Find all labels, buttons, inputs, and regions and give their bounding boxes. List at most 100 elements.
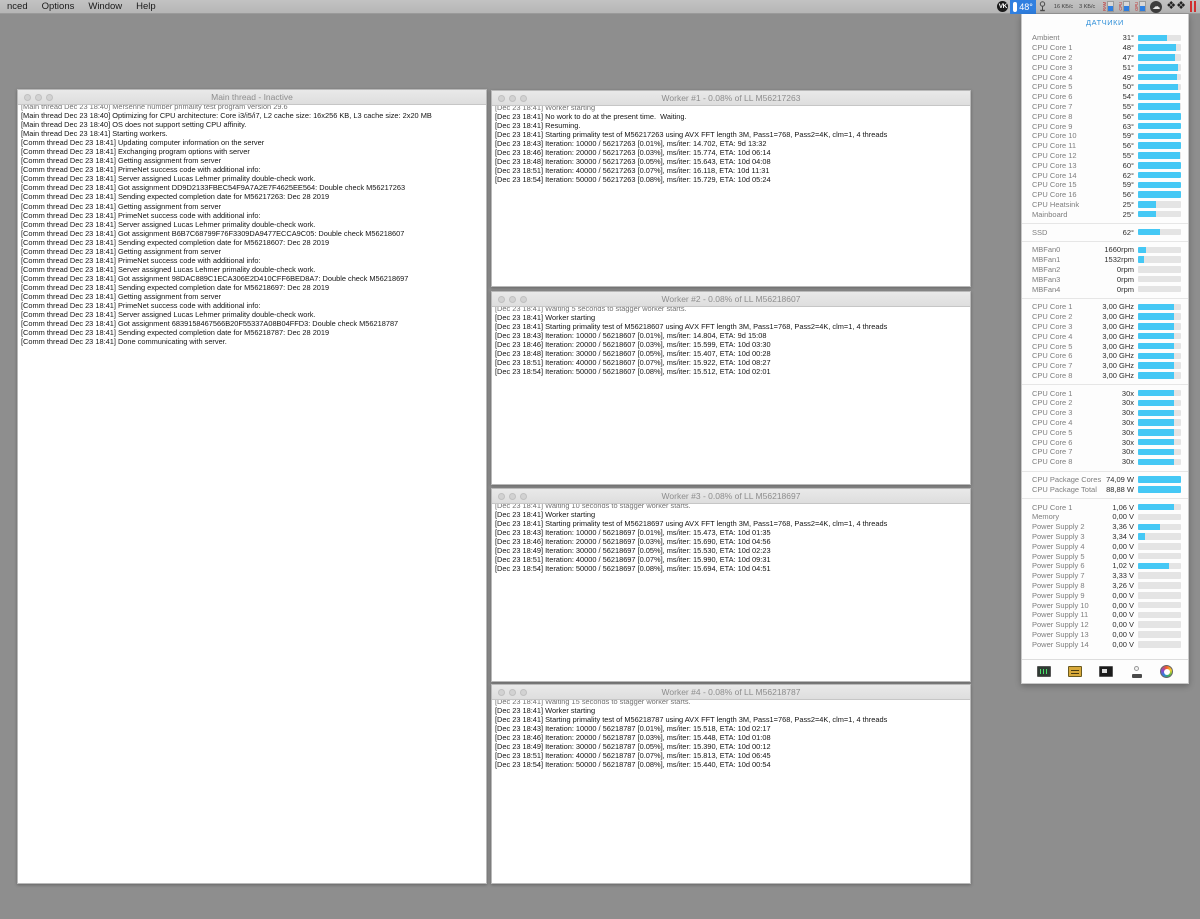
sensor-row[interactable]: Power Supply 7 3,33 V xyxy=(1022,571,1188,581)
close-button[interactable] xyxy=(498,295,505,303)
sensor-row[interactable]: CPU Core 8 30x xyxy=(1022,457,1188,467)
sensor-row[interactable]: CPU Core 1 1,06 V xyxy=(1022,502,1188,512)
zoom-button[interactable] xyxy=(520,688,527,696)
sensor-row[interactable]: CPU Core 6 54° xyxy=(1022,92,1188,102)
zoom-button[interactable] xyxy=(520,94,527,102)
sensor-row[interactable]: Power Supply 13 0,00 V xyxy=(1022,630,1188,640)
pause-tray-icon[interactable] xyxy=(1188,0,1198,14)
sensor-row[interactable]: CPU Core 3 3,00 GHz xyxy=(1022,322,1188,332)
sensor-row[interactable]: CPU Core 9 63° xyxy=(1022,121,1188,131)
window-controls[interactable] xyxy=(492,492,527,500)
sensor-row[interactable]: CPU Core 7 3,00 GHz xyxy=(1022,361,1188,371)
sensor-row[interactable]: Mainboard 25° xyxy=(1022,209,1188,219)
window-worker-1[interactable]: Worker #1 - 0.08% of LL M56217263 [Dec 2… xyxy=(491,90,971,287)
gpu-graph-tray[interactable]: GPU xyxy=(1132,0,1148,14)
preferences-icon[interactable] xyxy=(1160,665,1174,678)
log-worker-3[interactable]: [Dec 23 18:41] Waiting 10 seconds to sta… xyxy=(492,500,970,677)
sensor-row[interactable]: CPU Core 6 3,00 GHz xyxy=(1022,351,1188,361)
sensor-row[interactable]: SSD 62° xyxy=(1022,227,1188,237)
activity-monitor-icon[interactable] xyxy=(1036,666,1051,677)
sensor-row[interactable]: CPU Core 4 30x xyxy=(1022,418,1188,428)
sensor-row[interactable]: Power Supply 9 0,00 V xyxy=(1022,590,1188,600)
window-worker-3[interactable]: Worker #3 - 0.08% of LL M56218697 [Dec 2… xyxy=(491,488,971,682)
sensor-row[interactable]: CPU Core 2 30x xyxy=(1022,398,1188,408)
window-main-thread[interactable]: Main thread - Inactive [Main thread Dec … xyxy=(17,89,487,884)
sensor-row[interactable]: CPU Core 5 50° xyxy=(1022,82,1188,92)
sensor-row[interactable]: CPU Package Cores 74,09 W xyxy=(1022,475,1188,485)
sensor-row[interactable]: MBFan2 0rpm xyxy=(1022,265,1188,275)
sensor-row[interactable]: CPU Core 12 55° xyxy=(1022,151,1188,161)
cpu-graph-tray[interactable]: CPU xyxy=(1116,0,1132,14)
titlebar-worker-4[interactable]: Worker #4 - 0.08% of LL M56218787 xyxy=(492,685,970,700)
sensor-row[interactable]: CPU Core 10 59° xyxy=(1022,131,1188,141)
window-controls[interactable] xyxy=(492,94,527,102)
memory-icon[interactable] xyxy=(1068,666,1083,677)
sensor-row[interactable]: Power Supply 11 0,00 V xyxy=(1022,610,1188,620)
close-button[interactable] xyxy=(498,688,505,696)
network-speed-tray[interactable]: 16 KБ/c 3 KБ/c xyxy=(1049,0,1100,14)
close-button[interactable] xyxy=(24,93,31,101)
window-worker-4[interactable]: Worker #4 - 0.08% of LL M56218787 [Dec 2… xyxy=(491,684,971,884)
log-worker-4[interactable]: [Dec 23 18:41] Waiting 15 seconds to sta… xyxy=(492,696,970,879)
sensor-row[interactable]: Power Supply 5 0,00 V xyxy=(1022,551,1188,561)
menu-item-options[interactable]: Options xyxy=(35,0,82,14)
sensor-row[interactable]: MBFan3 0rpm xyxy=(1022,274,1188,284)
sensor-row[interactable]: CPU Core 5 3,00 GHz xyxy=(1022,341,1188,351)
sensor-panel[interactable]: ДАТЧИКИ Ambient 31° CPU Core 1 48° CPU Core … xyxy=(1021,14,1189,684)
titlebar-main-thread[interactable]: Main thread - Inactive xyxy=(18,90,486,105)
sensor-row[interactable]: CPU Core 5 30x xyxy=(1022,427,1188,437)
sensor-row[interactable]: CPU Core 2 3,00 GHz xyxy=(1022,312,1188,322)
sensor-row[interactable]: Power Supply 3 3,34 V xyxy=(1022,532,1188,542)
log-worker-1[interactable]: [Dec 23 18:41] Worker starting [Dec 23 18… xyxy=(492,102,970,282)
dropbox-tray-icon[interactable]: ❖❖ xyxy=(1164,0,1188,14)
sensor-row[interactable]: CPU Core 4 3,00 GHz xyxy=(1022,331,1188,341)
window-controls[interactable] xyxy=(492,295,527,303)
sensor-row[interactable]: CPU Core 13 60° xyxy=(1022,160,1188,170)
sensor-row[interactable]: CPU Core 7 55° xyxy=(1022,102,1188,112)
zoom-button[interactable] xyxy=(520,295,527,303)
minimize-button[interactable] xyxy=(509,688,516,696)
titlebar-worker-3[interactable]: Worker #3 - 0.08% of LL M56218697 xyxy=(492,489,970,504)
sensor-panel-toolbar[interactable] xyxy=(1022,659,1188,683)
sensor-row[interactable]: CPU Core 3 30x xyxy=(1022,408,1188,418)
sensor-row[interactable]: CPU Core 16 56° xyxy=(1022,190,1188,200)
sensor-row[interactable]: MBFan4 0rpm xyxy=(1022,284,1188,294)
ram-graph-tray[interactable]: RAM xyxy=(1100,0,1116,14)
sensor-row[interactable]: CPU Core 6 30x xyxy=(1022,437,1188,447)
sensor-row[interactable]: CPU Heatsink 25° xyxy=(1022,200,1188,210)
window-controls[interactable] xyxy=(492,688,527,696)
close-button[interactable] xyxy=(498,94,505,102)
sensor-row[interactable]: Power Supply 10 0,00 V xyxy=(1022,600,1188,610)
temperature-tray-badge[interactable]: 48° xyxy=(1010,0,1036,14)
minimize-button[interactable] xyxy=(35,93,42,101)
zoom-button[interactable] xyxy=(46,93,53,101)
sensor-row[interactable]: CPU Core 4 49° xyxy=(1022,72,1188,82)
sensor-row[interactable]: Memory 0,00 V xyxy=(1022,512,1188,522)
sensor-row[interactable]: CPU Core 11 56° xyxy=(1022,141,1188,151)
log-worker-2[interactable]: [Dec 23 18:41] Waiting 5 seconds to stag… xyxy=(492,303,970,480)
close-button[interactable] xyxy=(498,492,505,500)
sensor-row[interactable]: MBFan0 1660rpm xyxy=(1022,245,1188,255)
titlebar-worker-2[interactable]: Worker #2 - 0.08% of LL M56218607 xyxy=(492,292,970,307)
terminal-icon[interactable] xyxy=(1099,666,1114,677)
minimize-button[interactable] xyxy=(509,492,516,500)
sensor-row[interactable]: CPU Core 1 3,00 GHz xyxy=(1022,302,1188,312)
fan-tray-icon[interactable] xyxy=(1036,0,1049,14)
sensor-row[interactable]: CPU Core 14 62° xyxy=(1022,170,1188,180)
sensor-row[interactable]: CPU Core 3 51° xyxy=(1022,62,1188,72)
sensor-row[interactable]: CPU Core 15 59° xyxy=(1022,180,1188,190)
menu-item-help[interactable]: Help xyxy=(129,0,163,14)
sensor-row[interactable]: Power Supply 4 0,00 V xyxy=(1022,541,1188,551)
cloud-tray-icon[interactable]: ☁ xyxy=(1148,0,1164,14)
sensor-row[interactable]: CPU Core 7 30x xyxy=(1022,447,1188,457)
window-worker-2[interactable]: Worker #2 - 0.08% of LL M56218607 [Dec 2… xyxy=(491,291,971,485)
menu-item-advanced[interactable]: nced xyxy=(0,0,35,14)
sensor-row[interactable]: Ambient 31° xyxy=(1022,33,1188,43)
sensor-row[interactable]: Power Supply 12 0,00 V xyxy=(1022,620,1188,630)
sensor-row[interactable]: Power Supply 2 3,36 V xyxy=(1022,522,1188,532)
titlebar-worker-1[interactable]: Worker #1 - 0.08% of LL M56217263 xyxy=(492,91,970,106)
sensor-row[interactable]: Power Supply 6 1,02 V xyxy=(1022,561,1188,571)
menu-item-window[interactable]: Window xyxy=(81,0,129,14)
sensor-row[interactable]: Power Supply 14 0,00 V xyxy=(1022,639,1188,649)
sensor-row[interactable]: CPU Core 2 47° xyxy=(1022,53,1188,63)
